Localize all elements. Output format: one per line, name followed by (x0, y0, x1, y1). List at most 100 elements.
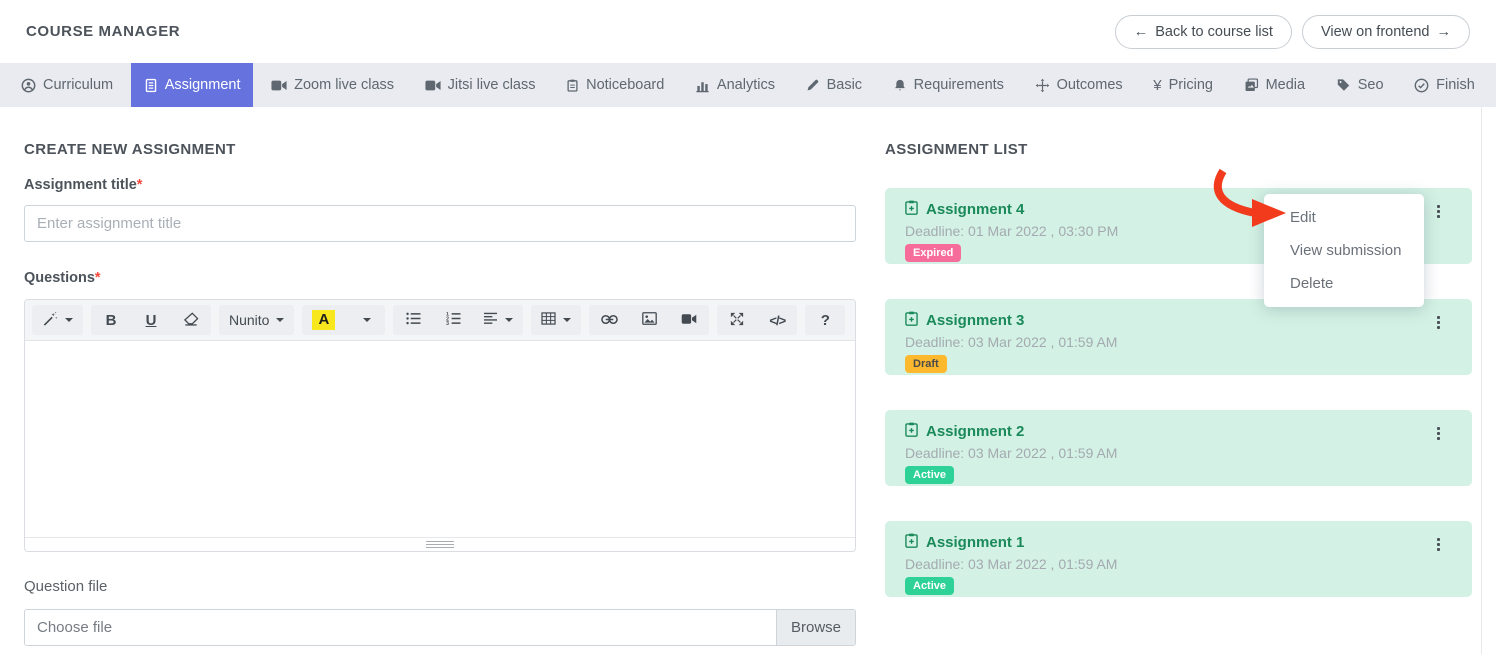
eraser-button[interactable] (171, 305, 211, 335)
video-icon (681, 313, 697, 328)
font-color-icon: A (312, 310, 335, 330)
status-badge: Active (905, 577, 954, 595)
magic-button[interactable] (32, 305, 83, 335)
kebab-menu-button[interactable] (1435, 536, 1442, 553)
toolbar-group: BU (91, 305, 211, 335)
assignment-card: Assignment 3 Deadline: 03 Mar 2022 , 01:… (885, 299, 1472, 375)
bold-button[interactable]: B (91, 305, 131, 335)
questions-label: Questions* (24, 270, 856, 286)
link-button[interactable] (589, 305, 629, 335)
underline-button[interactable]: U (131, 305, 171, 335)
assignment-title: Assignment 2 (926, 423, 1024, 440)
kebab-menu-button[interactable] (1435, 203, 1442, 220)
fullscreen-icon (730, 312, 744, 329)
back-to-course-list-button[interactable]: ← Back to course list (1115, 15, 1292, 49)
create-assignment-panel: CREATE NEW ASSIGNMENT Assignment title* … (24, 141, 856, 646)
toolbar-group (32, 305, 83, 335)
fullscreen-button[interactable] (717, 305, 757, 335)
picture-button[interactable] (629, 305, 669, 335)
question-file-label: Question file (24, 578, 856, 595)
bold-icon: B (106, 312, 117, 329)
toolbar-group (589, 305, 709, 335)
app-header: COURSE MANAGER ← Back to course list Vie… (0, 0, 1496, 63)
list-ol-button[interactable]: 123 (433, 305, 473, 335)
tab-jitsi-live-class[interactable]: Jitsi live class (412, 63, 549, 107)
tab-curriculum[interactable]: Curriculum (8, 63, 126, 107)
toolbar-group: ? (805, 305, 845, 335)
chevron-down-icon (363, 318, 371, 322)
required-asterisk: * (137, 177, 143, 193)
editor-content-area[interactable] (25, 341, 855, 537)
table-button[interactable] (531, 305, 581, 335)
video-icon (425, 79, 441, 92)
tab-requirements[interactable]: Requirements (880, 63, 1017, 107)
view-on-frontend-button[interactable]: View on frontend → (1302, 15, 1470, 49)
chevron-down-icon (563, 318, 571, 322)
svg-text:3: 3 (446, 321, 449, 325)
content-right-edge (1481, 107, 1482, 654)
tab-finish[interactable]: Finish (1401, 63, 1488, 107)
bell-icon (893, 78, 907, 93)
picture-icon (642, 312, 657, 328)
color-button[interactable]: A (302, 305, 345, 335)
menu-item-view-submission[interactable]: View submission (1264, 234, 1424, 267)
editor-statusbar (25, 537, 855, 551)
kebab-menu-button[interactable] (1435, 314, 1442, 331)
tab-analytics[interactable]: Analytics (682, 63, 788, 107)
list-ol-icon: 123 (446, 312, 461, 328)
clipboard-icon (566, 78, 579, 93)
list-ul-button[interactable] (393, 305, 433, 335)
codeview-button[interactable]: </> (757, 305, 797, 335)
fontname-button[interactable]: Nunito (219, 305, 294, 335)
clipboard-plus-icon (905, 422, 918, 441)
assignment-list-title: ASSIGNMENT LIST (885, 141, 1472, 158)
tab-seo[interactable]: Seo (1323, 63, 1397, 107)
file-placeholder: Choose file (25, 610, 776, 645)
tab-media[interactable]: Media (1231, 63, 1319, 107)
video-icon (271, 79, 287, 92)
magic-wand-icon (42, 311, 58, 330)
pen-icon (806, 78, 820, 92)
tag-icon (1336, 78, 1351, 92)
toolbar-group: A (302, 305, 385, 335)
media-icon (1244, 78, 1259, 92)
menu-item-edit[interactable]: Edit (1264, 201, 1424, 234)
file-text-icon (144, 78, 158, 93)
help-button[interactable]: ? (805, 305, 845, 335)
menu-item-delete[interactable]: Delete (1264, 267, 1424, 300)
move-icon (1035, 78, 1050, 93)
paragraph-button[interactable] (473, 305, 523, 335)
create-section-title: CREATE NEW ASSIGNMENT (24, 141, 856, 158)
user-icon (21, 78, 36, 93)
assignment-card: Assignment 1 Deadline: 03 Mar 2022 , 01:… (885, 521, 1472, 597)
left-arrow-icon: ← (1134, 24, 1149, 40)
chevron-down-icon (505, 318, 513, 322)
tab-assignment[interactable]: Assignment (131, 63, 254, 107)
kebab-menu-button[interactable] (1435, 425, 1442, 442)
status-badge: Draft (905, 355, 947, 373)
video-button[interactable] (669, 305, 709, 335)
assignment-title-label: Assignment title* (24, 177, 856, 193)
clipboard-plus-icon (905, 311, 918, 330)
clipboard-plus-icon (905, 200, 918, 219)
assignment-deadline: Deadline: 03 Mar 2022 , 01:59 AM (905, 445, 1452, 461)
tab-bar: Curriculum Assignment Zoom live class Ji… (0, 63, 1496, 107)
resize-handle[interactable] (426, 541, 454, 548)
tab-outcomes[interactable]: Outcomes (1022, 63, 1136, 107)
tab-basic[interactable]: Basic (793, 63, 875, 107)
chevron-down-icon (65, 318, 73, 322)
assignment-card: Assignment 2 Deadline: 03 Mar 2022 , 01:… (885, 410, 1472, 486)
question-file-input[interactable]: Choose file Browse (24, 609, 856, 646)
list-ul-icon (406, 312, 421, 328)
chevron-down-icon (276, 318, 284, 322)
assignment-title: Assignment 1 (926, 534, 1024, 551)
frontend-button-label: View on frontend (1321, 24, 1430, 40)
assignment-title: Assignment 3 (926, 312, 1024, 329)
browse-button[interactable]: Browse (776, 610, 855, 645)
assignment-title-input[interactable] (24, 205, 856, 242)
tab-zoom-live-class[interactable]: Zoom live class (258, 63, 407, 107)
tab-pricing[interactable]: ¥ Pricing (1140, 63, 1226, 107)
color-caret-button[interactable] (345, 305, 385, 335)
status-badge: Expired (905, 244, 961, 262)
tab-noticeboard[interactable]: Noticeboard (553, 63, 677, 107)
